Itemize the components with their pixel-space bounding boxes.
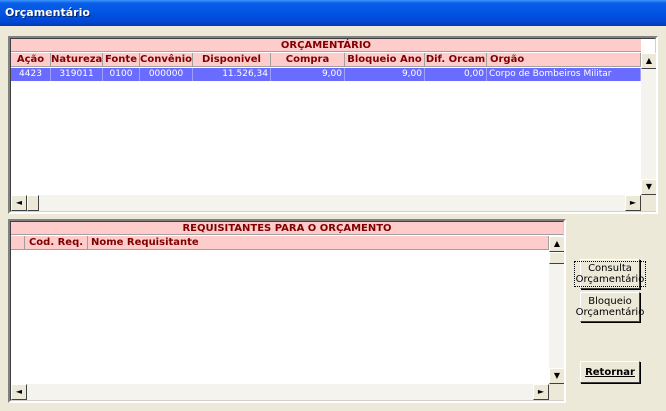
cell-convenio[interactable]: 000000 [140,68,193,81]
scroll-left-button[interactable]: ◄ [11,384,27,400]
col-fonte[interactable]: Fonte [103,53,140,66]
col-cod-req[interactable]: Cod. Req. [25,236,88,249]
col-acao[interactable]: Ação [11,53,51,66]
scroll-right-button[interactable]: ► [533,384,549,400]
consulta-orcamentario-label: Consulta Orçamentário [573,261,647,287]
cell-compra[interactable]: 9,00 [271,68,345,81]
cell-orgao[interactable]: Corpo de Bombeiros Militar [487,68,641,81]
window-client: ORÇAMENTÁRIO Ação Natureza Fonte Convêni… [0,26,666,411]
col-natureza[interactable]: Natureza [51,53,103,66]
col-convenio[interactable]: Convênio [140,53,193,66]
requisitantes-hscroll[interactable]: ◄ ► [11,384,549,400]
col-nome-requisitante[interactable]: Nome Requisitante [88,236,549,249]
requisitantes-vscroll[interactable]: ▲ ▼ [549,236,564,384]
scroll-corner [549,384,564,400]
requisitantes-grid-inner: REQUISITANTES PARA O ORÇAMENTO Cod. Req.… [10,221,564,401]
retornar-label: Retornar [585,366,635,378]
orcamentario-title: ORÇAMENTÁRIO [11,39,641,52]
col-compra[interactable]: Compra [271,53,345,66]
cell-fonte[interactable]: 0100 [103,68,140,81]
scroll-up-button[interactable]: ▲ [549,236,564,252]
cell-disponivel[interactable]: 11.526,34 [193,68,271,81]
consulta-orcamentario-button[interactable]: Consulta Orçamentário [573,259,647,289]
orcamentario-grid-inner: ORÇAMENTÁRIO Ação Natureza Fonte Convêni… [10,38,656,212]
orcamentario-grid[interactable]: ORÇAMENTÁRIO Ação Natureza Fonte Convêni… [8,36,658,214]
bloqueio-orcamentario-button[interactable]: Bloqueio Orçamentário [576,292,644,322]
retornar-button[interactable]: Retornar [580,361,640,383]
scroll-right-button[interactable]: ► [625,195,641,211]
scroll-corner [641,195,656,211]
scroll-down-button[interactable]: ▼ [549,368,564,384]
col-orgao[interactable]: Orgão [487,53,641,66]
col-indicator [11,236,25,249]
scroll-thumb[interactable] [549,252,564,264]
scroll-down-button[interactable]: ▼ [641,179,656,195]
bloqueio-orcamentario-label: Bloqueio Orçamentário [575,296,645,318]
orcamentario-header: Ação Natureza Fonte Convênio Disponivel … [11,53,641,67]
requisitantes-header: Cod. Req. Nome Requisitante [11,236,549,250]
cell-dif-orcam[interactable]: 0,00 [425,68,487,81]
window-title: Orçamentário [0,0,666,26]
col-bloqueio-ano[interactable]: Bloqueio Ano [345,53,425,66]
orcamentario-vscroll[interactable]: ▲ ▼ [641,53,656,195]
scroll-left-button[interactable]: ◄ [11,195,27,211]
scroll-up-button[interactable]: ▲ [641,53,656,69]
col-dif-orcam[interactable]: Dif. Orcam [425,53,487,66]
orcamentario-hscroll[interactable]: ◄ ► [11,195,641,211]
cell-natureza[interactable]: 319011 [51,68,103,81]
requisitantes-title: REQUISITANTES PARA O ORÇAMENTO [11,222,563,235]
col-disponivel[interactable]: Disponivel [193,53,271,66]
cell-acao[interactable]: 4423 [11,68,51,81]
table-row[interactable]: 4423 319011 0100 000000 11.526,34 9,00 9… [11,68,641,81]
requisitantes-grid[interactable]: REQUISITANTES PARA O ORÇAMENTO Cod. Req.… [8,219,566,403]
cell-bloqueio-ano[interactable]: 9,00 [345,68,425,81]
scroll-thumb[interactable] [27,195,39,211]
